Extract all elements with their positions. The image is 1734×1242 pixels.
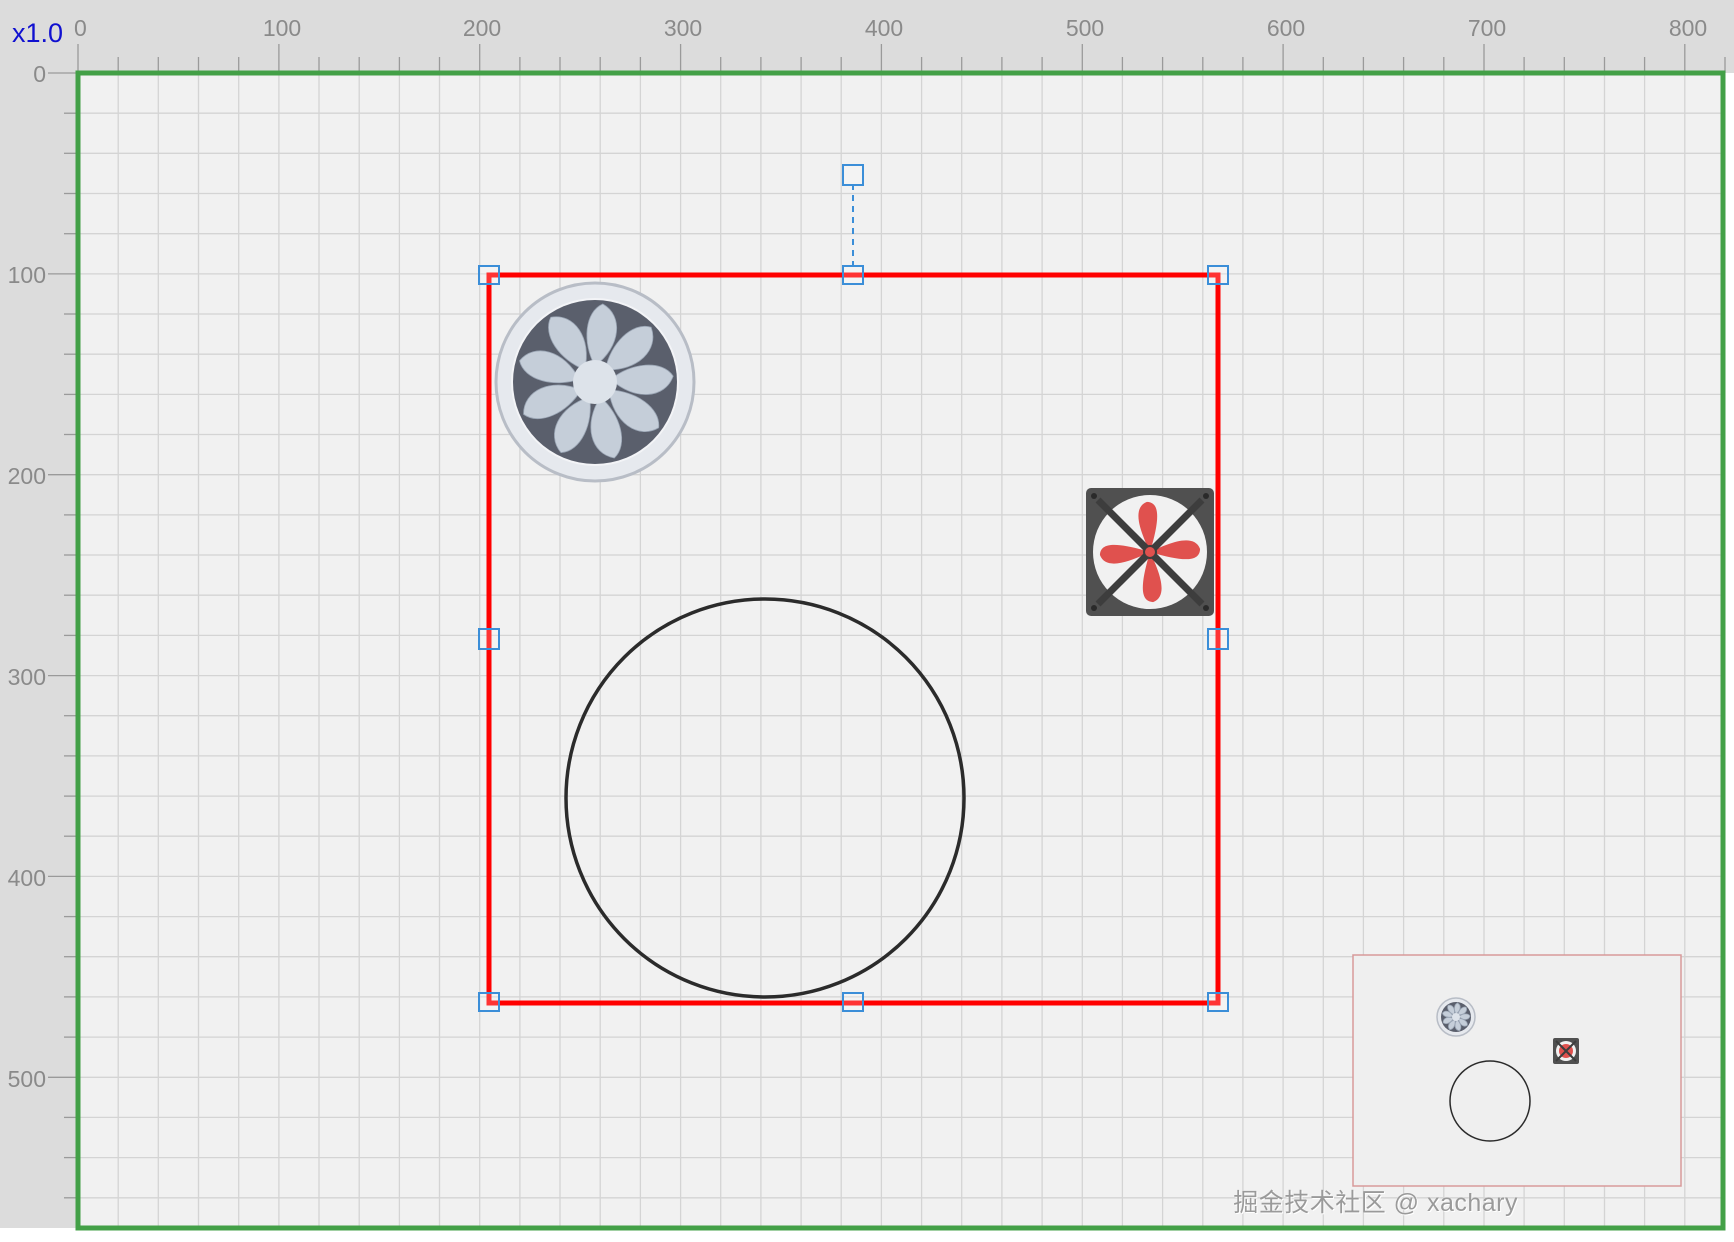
resize-handle-bottom[interactable] — [842, 992, 864, 1012]
resize-handle-top[interactable] — [842, 265, 864, 285]
ruler-label-h: 100 — [263, 15, 301, 41]
resize-handle-bottom-right[interactable] — [1207, 992, 1229, 1012]
ruler-label-h: 400 — [865, 15, 903, 41]
rotate-handle[interactable] — [842, 164, 864, 186]
left-ruler[interactable] — [0, 0, 78, 1228]
ruler-label-h: 600 — [1267, 15, 1305, 41]
ruler-label-v: 100 — [8, 262, 46, 288]
minimap[interactable] — [1352, 954, 1682, 1187]
ruler-label-v: 300 — [8, 664, 46, 690]
resize-handle-top-left[interactable] — [478, 265, 500, 285]
ruler-label-h: 700 — [1468, 15, 1506, 41]
resize-handle-bottom-left[interactable] — [478, 992, 500, 1012]
resize-handle-top-right[interactable] — [1207, 265, 1229, 285]
ruler-label-v: 400 — [8, 865, 46, 891]
ruler-label-h: 300 — [664, 15, 702, 41]
ruler-label-h: 500 — [1066, 15, 1104, 41]
minimap-axial-fan-icon — [1436, 997, 1476, 1037]
exhaust-fan-icon[interactable] — [1086, 488, 1214, 616]
diagram-editor: x1.0 0 100 200 300 400 500 600 700 800 0… — [0, 0, 1734, 1242]
watermark: 掘金技术社区 @ xachary — [1233, 1189, 1518, 1217]
minimap-exhaust-fan-icon — [1553, 1038, 1579, 1064]
axial-fan-icon[interactable] — [494, 281, 696, 483]
resize-handle-right[interactable] — [1207, 628, 1229, 650]
zoom-label[interactable]: x1.0 — [12, 18, 63, 48]
ruler-label-h: 0 — [74, 15, 87, 41]
resize-handle-left[interactable] — [478, 628, 500, 650]
ruler-label-h: 800 — [1669, 15, 1707, 41]
ruler-label-h: 200 — [463, 15, 501, 41]
ruler-label-v: 0 — [33, 61, 46, 87]
ruler-label-v: 200 — [8, 463, 46, 489]
ruler-label-v: 500 — [8, 1066, 46, 1092]
